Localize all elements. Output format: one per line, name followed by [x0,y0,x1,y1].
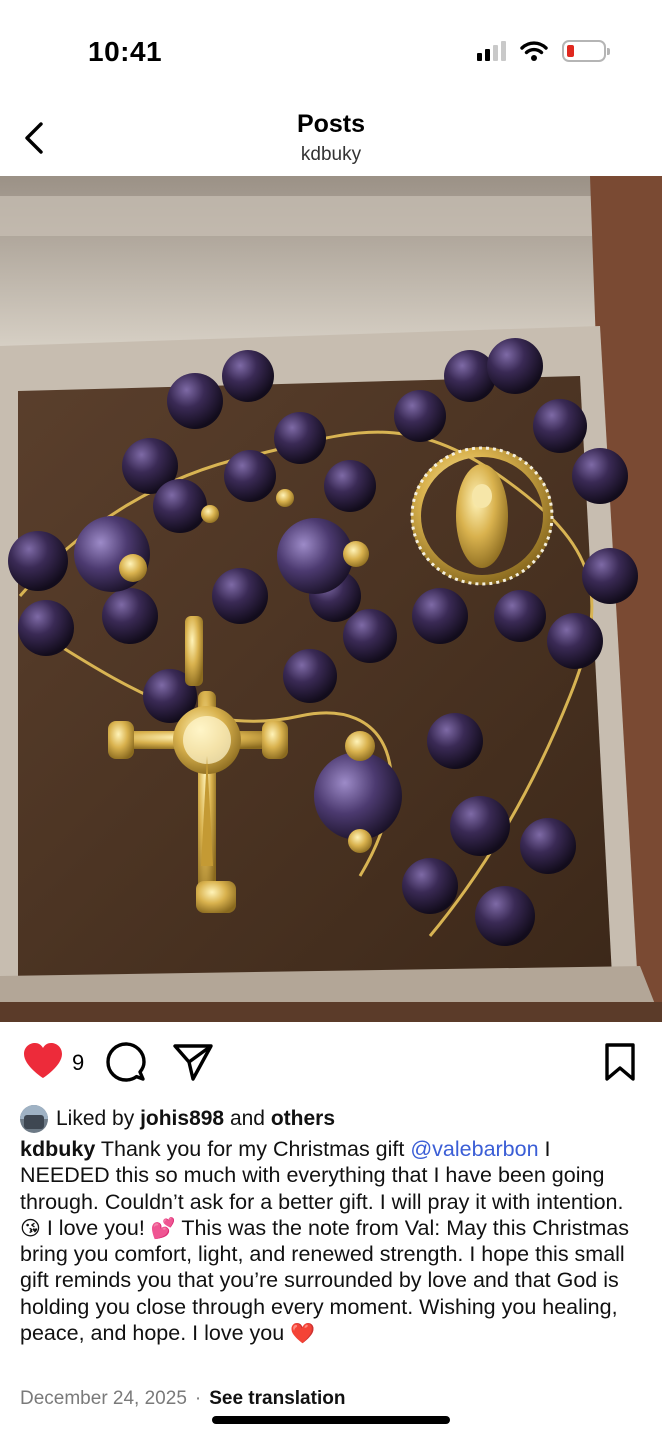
liked-by-others[interactable]: others [271,1107,335,1131]
status-icons [477,40,610,62]
post-meta-row: December 24, 2025 · See translation [20,1388,345,1410]
battery-low-icon [562,40,610,62]
meta-separator: · [194,1388,202,1409]
post-caption: kdbuky Thank you for my Christmas gift @… [20,1136,644,1346]
rosary-in-gift-box-photo [0,176,662,1022]
caption-text-3: I love you! [46,1215,145,1240]
nav-header: Posts kdbuky [0,100,662,176]
hearts-emoji: 💕 [150,1215,176,1240]
paper-plane-icon[interactable] [172,1042,214,1082]
avatar[interactable] [20,1105,48,1133]
home-indicator[interactable] [212,1416,450,1424]
post-action-bar: 9 [0,1036,662,1088]
status-bar: 10:41 [0,0,662,100]
heart-filled-icon[interactable] [22,1042,64,1080]
post-date: December 24, 2025 [20,1388,187,1409]
wifi-icon [520,41,548,61]
status-time: 10:41 [88,36,163,67]
kiss-emoji: 😘 [20,1215,41,1240]
comment-bubble-icon[interactable] [106,1042,146,1082]
cellular-signal-icon [477,41,506,61]
caption-text-1: Thank you for my Christmas gift [100,1137,405,1161]
liked-by-connector: and [229,1107,265,1130]
caption-author[interactable]: kdbuky [20,1137,95,1161]
liked-by-row[interactable]: Liked by johis898 and others [20,1104,335,1134]
like-count[interactable]: 9 [72,1050,84,1076]
liked-by-user[interactable]: johis898 [140,1107,224,1131]
see-translation-link[interactable]: See translation [209,1388,345,1410]
post-image[interactable] [0,176,662,1022]
bookmark-icon[interactable] [604,1042,636,1082]
red-heart-emoji: ❤️ [290,1321,316,1346]
page-subtitle-username[interactable]: kdbuky [0,144,662,166]
page-title: Posts [296,110,366,138]
caption-mention[interactable]: @valebarbon [410,1137,538,1161]
liked-by-prefix: Liked by [56,1107,135,1130]
